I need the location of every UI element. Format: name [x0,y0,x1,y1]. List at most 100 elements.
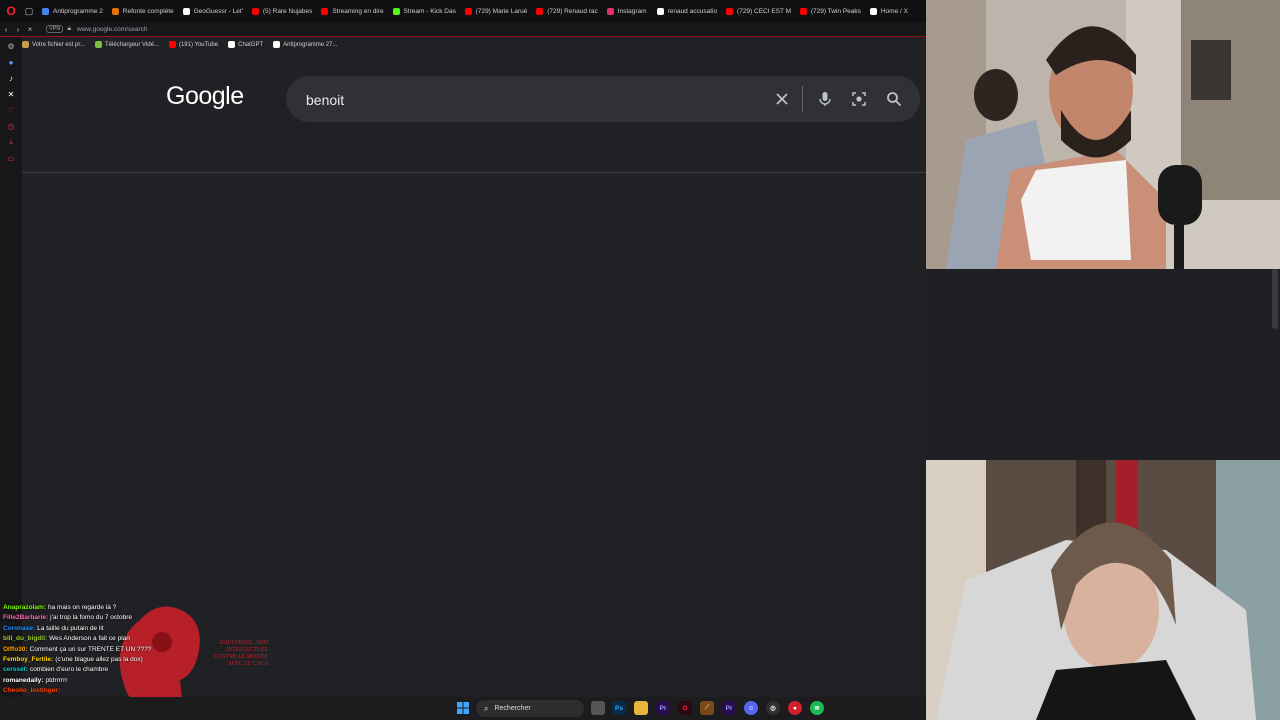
tab-label: (5) Rare Nujabes [262,7,313,15]
file-explorer-icon[interactable] [634,701,648,715]
chat-username: Anaprazolam: [3,604,46,611]
bookmark-favicon-icon [22,41,29,48]
search-input[interactable] [304,86,748,114]
bookmark-item[interactable]: Téléchargeur Vidé... [95,41,159,48]
chat-message: Cheollo_lostinger: [3,686,253,696]
premiere-icon[interactable]: Pr [656,701,670,715]
download-icon[interactable]: ⤓ [5,137,17,147]
tab-label: Home / X [880,7,908,15]
tab-favicon-icon [182,7,190,15]
browser-tab[interactable]: Home / X [864,0,912,22]
chat-message: Coronaxe: La taille du putain de lit [3,624,253,634]
red-app-icon[interactable]: ● [788,701,802,715]
tab-favicon-icon [726,7,734,15]
bookmark-label: Votre fichier est pr... [32,41,86,48]
chat-username: Femboy_Fertile: [3,656,54,664]
tab-label: Refonte complète [122,7,174,15]
chat-message: Femboy_Fertile: (c'une blague allez pas l… [3,655,253,665]
tab-label: Antiprogramme 2 [53,7,103,15]
bookmark-item[interactable]: Votre fichier est pr... [22,41,85,48]
messenger-icon[interactable]: ● [5,57,17,67]
obs-icon[interactable]: ◎ [766,701,780,715]
premiere-icon-2[interactable]: Pr [722,701,736,715]
tab-favicon-icon [536,7,544,15]
photoshop-icon[interactable]: Ps [612,701,626,715]
search-icon: ⌕ [484,703,489,713]
empty-panel [926,269,1280,460]
browser-tab[interactable]: (5) Rare Nujabes [246,0,315,22]
chat-message: bill_du_bigdil: Wes Anderson a fait ce pl… [3,634,253,644]
bookmark-item[interactable]: Antiprogramme 27... [273,41,337,48]
taskbar-search[interactable]: ⌕ Rechercher [476,700,584,717]
clear-icon[interactable] [771,88,793,110]
browser-tab[interactable]: (729) Renaud rac [530,0,600,22]
chat-message: cersset: combien d'euro le chambre [3,665,253,675]
browser-tab[interactable]: Stream - Kick Das [387,0,459,22]
tab-favicon-icon [392,7,400,15]
discord-icon[interactable]: ☺ [744,701,758,715]
browser-tab[interactable]: Instagram [601,0,651,22]
clock-icon[interactable]: ◷ [5,121,17,131]
opera-gx-icon[interactable]: O [678,701,692,715]
opera-logo-icon[interactable]: O [0,0,22,22]
spotify-icon[interactable]: ≋ [810,701,824,715]
tab-label: Streaming en dire [332,7,384,15]
scrollbar[interactable] [1272,269,1278,329]
tab-label: (729) CECI EST M [737,7,792,15]
browser-tab[interactable]: (729) Marie Laruè [459,0,531,22]
tab-label: (729) Twin Peaks [810,7,861,15]
url-field[interactable]: www.google.com/search [77,26,147,33]
browser-tab[interactable]: (729) Twin Peaks [794,0,864,22]
task-view-icon[interactable] [591,701,605,715]
tab-favicon-icon [42,7,49,15]
reload-icon[interactable]: × [24,25,36,34]
bookmark-label: ChatGPT [238,41,264,48]
bookmark-item[interactable]: (191) YouTube [168,41,218,48]
tab-label: renaud accusatio [667,7,718,15]
tab-favicon-icon [111,7,119,15]
chat-text: ha mais on regarde là ? [47,604,117,611]
browser-tab[interactable]: Streaming en dire [315,0,386,22]
back-icon[interactable]: ‹ [0,25,12,34]
browser-window: O ▢ Antiprogramme 2 Refonte complète GeoGu… [0,0,926,697]
tab-favicon-icon [656,7,664,15]
results-divider [22,172,926,173]
microphone-icon[interactable] [814,88,836,110]
chat-username: cersset: [3,666,28,674]
google-logo[interactable]: Google [166,82,244,111]
lens-camera-icon[interactable] [848,88,870,110]
browser-tab[interactable]: (729) CECI EST M [720,0,794,22]
chat-text: Comment ça un sur TRENTE ET UN ???? [29,645,152,653]
tab-label: Stream - Kick Das [403,7,456,15]
browser-tab[interactable]: renaud accusatio [651,0,720,22]
browser-tab[interactable]: Refonte complète [106,0,177,22]
tiktok-icon[interactable]: ♪ [5,73,17,83]
chat-text: combien d'euro le chambre [29,666,109,674]
tab-favicon-icon [321,7,329,15]
tab-label: Instagram [617,7,647,15]
bookmark-item[interactable]: ChatGPT [228,41,263,48]
chat-username: Olffo30: [3,645,28,653]
chat-text: La taille du putain de lit [37,624,104,632]
windows-start-icon[interactable] [456,701,470,715]
vpn-badge[interactable]: VPN [46,25,64,33]
chat-message: Olffo30: Comment ça un sur TRENTE ET UN ?… [3,645,253,655]
extensions-icon[interactable]: ▭ [5,153,17,163]
webcam-streamer-2 [926,460,1280,720]
settings-icon[interactable]: ⚙ [5,41,17,51]
search-icon[interactable] [883,88,905,110]
x-icon[interactable]: ✕ [5,89,17,99]
browser-tab[interactable]: GeoGuessr - Let' [177,0,246,22]
chat-username: Cheollo_lostinger: [3,687,61,695]
browser-tab[interactable]: Antiprogramme 2 [36,0,106,22]
tab-favicon-icon [606,7,614,15]
lock-icon[interactable]: 🔒︎ [67,25,71,33]
address-bar: ‹ › × VPN 🔒︎ www.google.com/search [0,22,926,36]
heart-icon[interactable]: ♡ [5,105,17,115]
tab-menu-icon[interactable]: ▢ [22,0,36,22]
tab-favicon-icon [251,7,259,15]
game-launcher-icon[interactable]: ⟋ [700,701,714,715]
chat-text: ptdrrrrrr [45,676,68,684]
webcam-streamer-1 [926,0,1280,269]
forward-icon[interactable]: › [12,25,24,34]
